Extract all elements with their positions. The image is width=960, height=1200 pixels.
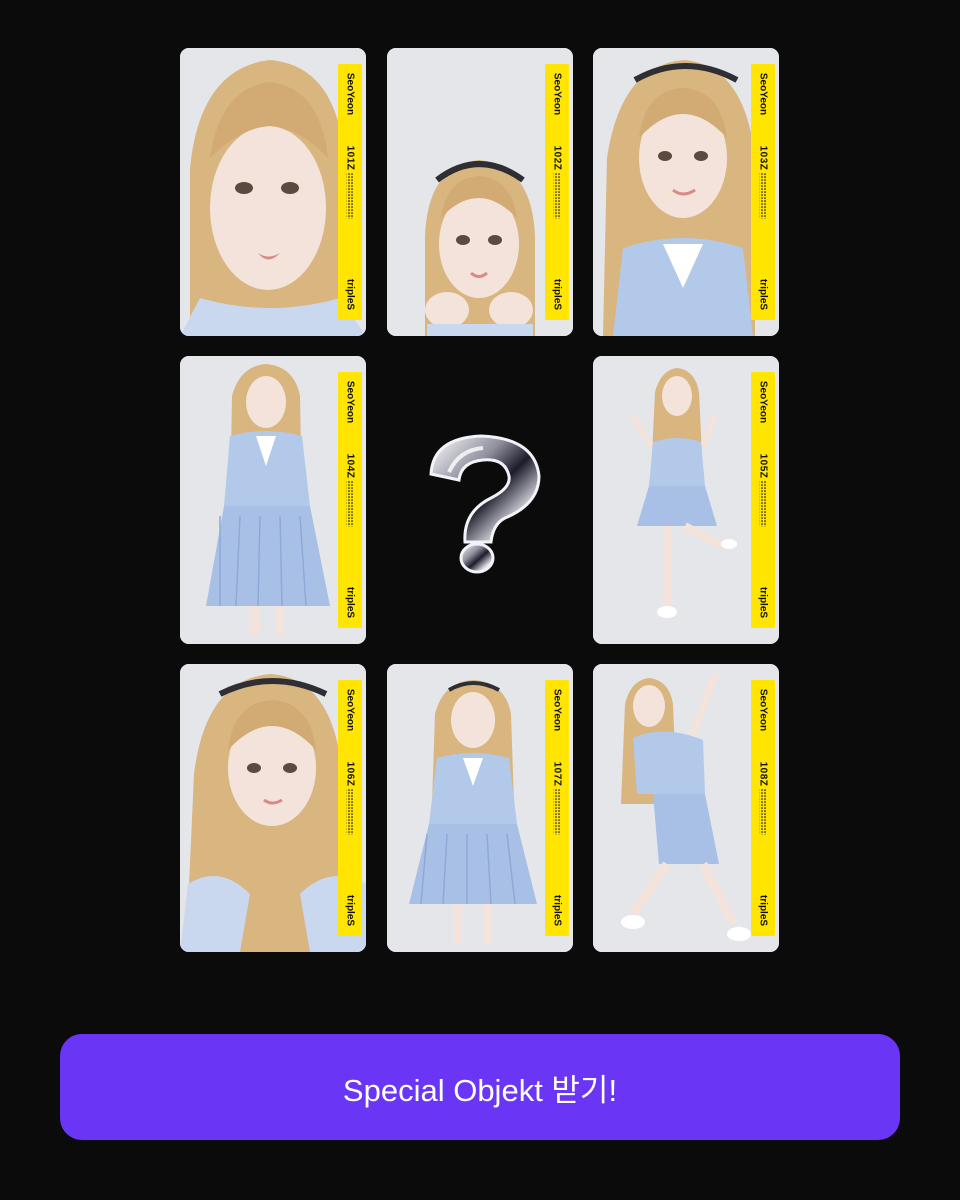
group-name: tripleS bbox=[551, 278, 563, 311]
objekt-screen: SeoYeon 101Z tripleS SeoYeon 102Z triple… bbox=[0, 0, 960, 1200]
group-name: tripleS bbox=[757, 894, 769, 927]
objekt-card[interactable]: SeoYeon 102Z tripleS bbox=[387, 48, 573, 336]
objekt-card[interactable]: SeoYeon 107Z tripleS bbox=[387, 664, 573, 952]
card-info-stripe: SeoYeon 101Z tripleS bbox=[338, 64, 362, 320]
group-name: tripleS bbox=[344, 894, 356, 927]
card-info-stripe: SeoYeon 107Z tripleS bbox=[545, 680, 569, 936]
card-serial: 102Z bbox=[552, 146, 563, 219]
member-name: SeoYeon bbox=[757, 72, 769, 116]
member-name: SeoYeon bbox=[757, 380, 769, 424]
member-name: SeoYeon bbox=[551, 72, 563, 116]
card-info-stripe: SeoYeon 103Z tripleS bbox=[751, 64, 775, 320]
group-name: tripleS bbox=[757, 278, 769, 311]
member-name: SeoYeon bbox=[344, 380, 356, 424]
card-serial: 103Z bbox=[758, 146, 769, 219]
card-serial: 107Z bbox=[552, 762, 563, 835]
card-info-stripe: SeoYeon 105Z tripleS bbox=[751, 372, 775, 628]
objekt-card[interactable]: SeoYeon 104Z tripleS bbox=[180, 356, 366, 644]
group-name: tripleS bbox=[757, 586, 769, 619]
objekt-card[interactable]: SeoYeon 103Z tripleS bbox=[593, 48, 779, 336]
card-serial: 108Z bbox=[758, 762, 769, 835]
objekt-card[interactable]: SeoYeon 101Z tripleS bbox=[180, 48, 366, 336]
card-serial: 101Z bbox=[345, 146, 356, 219]
member-name: SeoYeon bbox=[344, 72, 356, 116]
group-name: tripleS bbox=[344, 586, 356, 619]
member-name: SeoYeon bbox=[757, 688, 769, 732]
button-label: Special Objekt 받기! bbox=[342, 1072, 618, 1108]
card-serial: 104Z bbox=[345, 454, 356, 527]
card-info-stripe: SeoYeon 106Z tripleS bbox=[338, 680, 362, 936]
objekt-card[interactable]: SeoYeon 106Z tripleS bbox=[180, 664, 366, 952]
objekt-card[interactable]: SeoYeon 105Z tripleS bbox=[593, 356, 779, 644]
get-special-objekt-button[interactable]: Special Objekt 받기! bbox=[60, 1034, 900, 1140]
objekt-card[interactable]: SeoYeon 108Z tripleS bbox=[593, 664, 779, 952]
member-name: SeoYeon bbox=[551, 688, 563, 732]
group-name: tripleS bbox=[344, 278, 356, 311]
card-info-stripe: SeoYeon 108Z tripleS bbox=[751, 680, 775, 936]
group-name: tripleS bbox=[551, 894, 563, 927]
member-name: SeoYeon bbox=[344, 688, 356, 732]
question-mark-icon bbox=[429, 434, 541, 574]
card-serial: 106Z bbox=[345, 762, 356, 835]
card-info-stripe: SeoYeon 102Z tripleS bbox=[545, 64, 569, 320]
card-serial: 105Z bbox=[758, 454, 769, 527]
card-info-stripe: SeoYeon 104Z tripleS bbox=[338, 372, 362, 628]
